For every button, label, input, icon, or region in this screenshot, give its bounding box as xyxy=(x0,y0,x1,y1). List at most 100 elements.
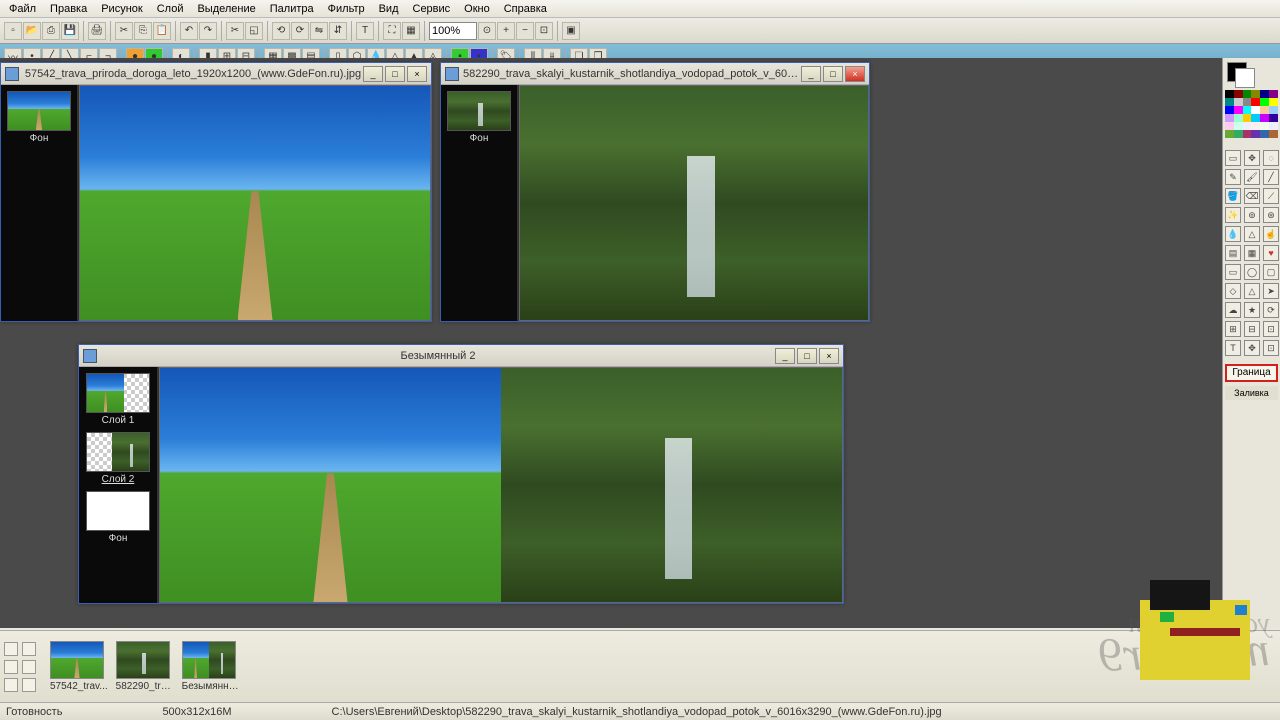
color-swatch[interactable] xyxy=(1251,90,1260,98)
minimize-button[interactable]: _ xyxy=(775,348,795,364)
grid-c-icon[interactable]: ⊡ xyxy=(1263,321,1279,337)
color-swatch[interactable] xyxy=(1251,114,1260,122)
maximize-button[interactable]: □ xyxy=(385,66,405,82)
maximize-button[interactable]: □ xyxy=(823,66,843,82)
menu-help[interactable]: Справка xyxy=(497,1,554,17)
undo-icon[interactable]: ↶ xyxy=(180,22,198,40)
grid-icon[interactable]: ▦ xyxy=(402,22,420,40)
layer1-name[interactable]: Слой 1 xyxy=(81,415,155,426)
color-swatch[interactable] xyxy=(1260,106,1269,114)
color-swatch[interactable] xyxy=(1269,98,1278,106)
text-shape-icon[interactable]: T xyxy=(1225,340,1241,356)
color-swatch[interactable] xyxy=(1234,106,1243,114)
bg-color[interactable] xyxy=(1235,68,1255,88)
color-swatch[interactable] xyxy=(1225,106,1234,114)
select-move-tool-icon[interactable]: ✥ xyxy=(1244,150,1260,166)
color-swatch[interactable] xyxy=(1234,90,1243,98)
layer-bg-name[interactable]: Фон xyxy=(81,533,155,544)
arrow-shape-icon[interactable]: ➤ xyxy=(1263,283,1279,299)
diamond-shape-icon[interactable]: ◇ xyxy=(1225,283,1241,299)
fullscreen-icon[interactable]: ⛶ xyxy=(383,22,401,40)
color-swatch[interactable] xyxy=(1260,114,1269,122)
resize-icon[interactable]: ◱ xyxy=(245,22,263,40)
layer2-name[interactable]: Слой 2 xyxy=(81,474,155,485)
layer-thumb[interactable] xyxy=(447,91,511,131)
layer-name[interactable]: Фон xyxy=(3,133,75,144)
smudge-tool-icon[interactable]: ☝ xyxy=(1263,226,1279,242)
menu-view[interactable]: Вид xyxy=(372,1,406,17)
crop-icon[interactable]: ✂ xyxy=(226,22,244,40)
color-swatch[interactable] xyxy=(1243,106,1252,114)
canvas[interactable] xyxy=(79,85,431,321)
layer-thumb[interactable] xyxy=(7,91,71,131)
wand-tool-icon[interactable]: ✨ xyxy=(1225,207,1241,223)
grid-b-icon[interactable]: ⊟ xyxy=(1244,321,1260,337)
menu-layer[interactable]: Слой xyxy=(150,1,191,17)
clone-tool-icon[interactable]: ⊚ xyxy=(1244,207,1260,223)
thumb-doc-1[interactable]: 57542_trav... xyxy=(50,641,108,692)
grid-a-icon[interactable]: ⊞ xyxy=(1225,321,1241,337)
color-swatch[interactable] xyxy=(1225,98,1234,106)
menu-select[interactable]: Выделение xyxy=(190,1,262,17)
color-swatch[interactable] xyxy=(1260,90,1269,98)
move-shape-icon[interactable]: ✥ xyxy=(1244,340,1260,356)
color-swatch[interactable] xyxy=(1225,130,1234,138)
document-window-2[interactable]: 582290_trava_skalyi_kustarnik_shotlandiy… xyxy=(440,62,870,322)
color-swatch[interactable] xyxy=(1269,114,1278,122)
heart-tool-icon[interactable]: ♥ xyxy=(1263,245,1279,261)
triangle-shape-icon[interactable]: △ xyxy=(1244,283,1260,299)
zoom-in-icon[interactable]: + xyxy=(497,22,515,40)
refresh-icon[interactable]: ⟳ xyxy=(1263,302,1279,318)
roundrect-shape-icon[interactable]: ▢ xyxy=(1263,264,1279,280)
paste-icon[interactable]: 📋 xyxy=(153,22,171,40)
close-button[interactable]: × xyxy=(407,66,427,82)
color-swatch[interactable] xyxy=(1260,122,1269,130)
canvas[interactable] xyxy=(159,367,843,603)
stamp-tool-icon[interactable]: ⊛ xyxy=(1263,207,1279,223)
color-swatch[interactable] xyxy=(1234,122,1243,130)
eraser-tool-icon[interactable]: ⌫ xyxy=(1244,188,1260,204)
thumb-action-6-icon[interactable] xyxy=(22,678,36,692)
star-shape-icon[interactable]: ★ xyxy=(1244,302,1260,318)
rotate-left-icon[interactable]: ⟲ xyxy=(272,22,290,40)
color-swatch[interactable] xyxy=(1225,114,1234,122)
color-swatch[interactable] xyxy=(1260,130,1269,138)
flip-v-icon[interactable]: ⇵ xyxy=(329,22,347,40)
copy-icon[interactable]: ⎘ xyxy=(134,22,152,40)
rotate-right-icon[interactable]: ⟳ xyxy=(291,22,309,40)
eyedrop-tool-icon[interactable]: ⟋ xyxy=(1263,188,1279,204)
flip-h-icon[interactable]: ⇋ xyxy=(310,22,328,40)
color-swatch[interactable] xyxy=(1243,114,1252,122)
gradient-tool-icon[interactable]: ▤ xyxy=(1225,245,1241,261)
color-swatch[interactable] xyxy=(1225,90,1234,98)
select-rect-tool-icon[interactable]: ▭ xyxy=(1225,150,1241,166)
cloud-shape-icon[interactable]: ☁ xyxy=(1225,302,1241,318)
color-swatch[interactable] xyxy=(1243,122,1252,130)
preview-icon[interactable]: ▣ xyxy=(562,22,580,40)
open-icon[interactable]: 📂 xyxy=(23,22,41,40)
color-swatch[interactable] xyxy=(1260,98,1269,106)
document-window-3[interactable]: Безымянный 2 _ □ × Слой 1 Слой 2 Фон xyxy=(78,344,844,604)
layer2-thumb[interactable] xyxy=(86,432,150,472)
save-icon[interactable]: 💾 xyxy=(61,22,79,40)
print-icon[interactable]: 🖨 xyxy=(88,22,106,40)
color-swatch[interactable] xyxy=(1269,106,1278,114)
layer-name[interactable]: Фон xyxy=(443,133,515,144)
rect-shape-icon[interactable]: ▭ xyxy=(1225,264,1241,280)
new-icon[interactable]: ▫ xyxy=(4,22,22,40)
zoom-out-icon[interactable]: − xyxy=(516,22,534,40)
color-swatch[interactable] xyxy=(1269,90,1278,98)
color-swatch[interactable] xyxy=(1269,130,1278,138)
menu-edit[interactable]: Правка xyxy=(43,1,94,17)
ellipse-shape-icon[interactable]: ◯ xyxy=(1244,264,1260,280)
line-tool-icon[interactable]: ╱ xyxy=(1263,169,1279,185)
color-swatch[interactable] xyxy=(1251,98,1260,106)
color-swatch[interactable] xyxy=(1234,98,1243,106)
color-swatch[interactable] xyxy=(1225,122,1234,130)
thumb-action-5-icon[interactable] xyxy=(4,678,18,692)
thumb-action-1-icon[interactable] xyxy=(4,642,18,656)
thumb-action-4-icon[interactable] xyxy=(22,660,36,674)
thumb-action-2-icon[interactable] xyxy=(22,642,36,656)
close-button[interactable]: × xyxy=(819,348,839,364)
color-swatch[interactable] xyxy=(1251,106,1260,114)
